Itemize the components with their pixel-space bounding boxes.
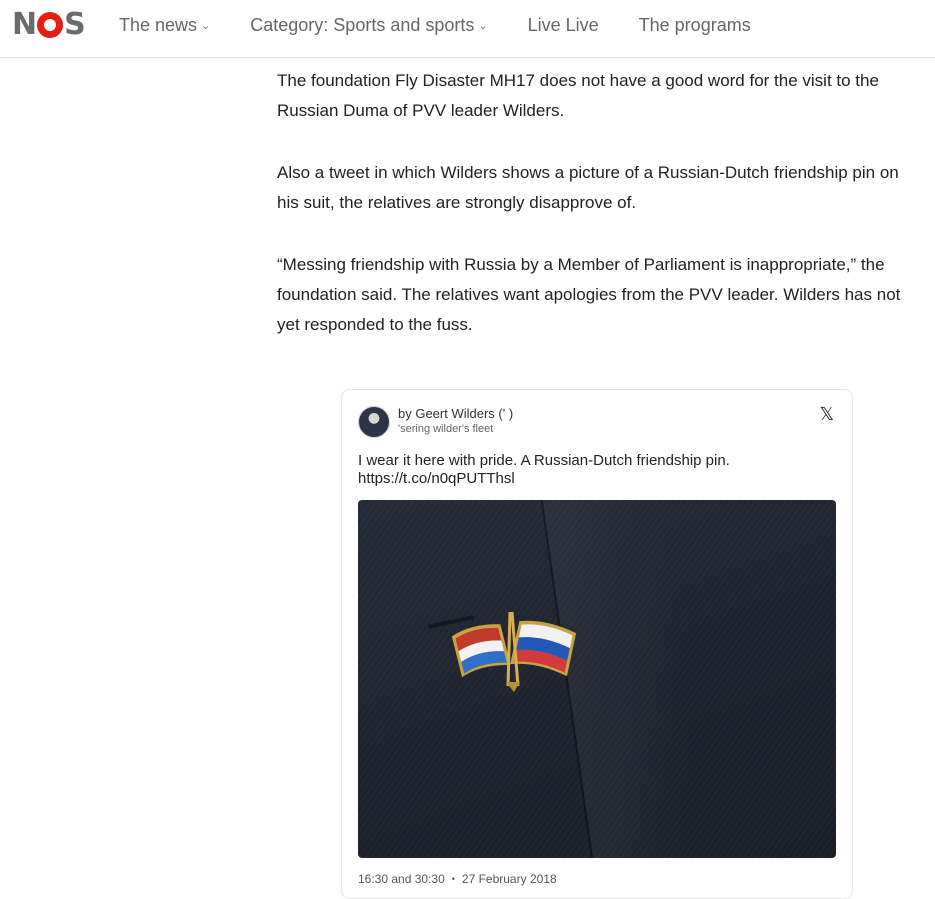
nav-item-live[interactable]: Live Live <box>528 15 599 36</box>
tweet-photo[interactable] <box>358 500 836 858</box>
article-paragraph: “Messing friendship with Russia by a Mem… <box>277 255 901 334</box>
tweet-link[interactable]: https://t.co/n0qPUTThsl <box>358 470 838 488</box>
chevron-down-icon: ⌄ <box>478 19 488 32</box>
logo-letter-n: N <box>12 7 37 42</box>
nav-item-news[interactable]: The news ⌄ <box>119 15 210 36</box>
chevron-down-icon: ⌄ <box>201 19 211 32</box>
embedded-tweet[interactable]: by Geert Wilders (' ) 'sering wilder's f… <box>341 389 853 899</box>
nav-item-category[interactable]: Category: Sports and sports ⌄ <box>250 15 487 36</box>
article-body: The foundation Fly Disaster MH17 does no… <box>277 66 922 372</box>
article-paragraph: The foundation Fly Disaster MH17 does no… <box>277 71 879 120</box>
nos-logo[interactable]: N S <box>12 7 86 42</box>
nav-item-label: Category: Sports and sports <box>250 14 475 35</box>
nav-item-label: The news <box>119 14 198 35</box>
tweet-date[interactable]: 27 February 2018 <box>462 872 557 886</box>
friendship-pin-image <box>451 611 577 692</box>
tweet-header: by Geert Wilders (' ) 'sering wilder's f… <box>358 406 513 438</box>
x-logo-icon[interactable]: 𝕏 <box>819 404 834 425</box>
tweet-text-line: I wear it here with pride. A Russian-Dut… <box>358 452 730 469</box>
top-navigation-bar: N S The news ⌄ Category: Sports and spor… <box>0 0 935 58</box>
nav-item-label: The programs <box>638 14 751 35</box>
tweet-author-block: by Geert Wilders (' ) 'sering wilder's f… <box>398 406 513 438</box>
tweet-text: I wear it here with pride. A Russian-Dut… <box>358 452 838 488</box>
tweet-time[interactable]: 16:30 and 30:30 <box>358 872 445 886</box>
main-nav: The news ⌄ Category: Sports and sports ⌄… <box>119 0 791 50</box>
logo-letter-s: S <box>64 7 86 42</box>
meta-separator: • <box>451 874 455 884</box>
article-paragraph: Also a tweet in which Wilders shows a pi… <box>277 163 899 212</box>
tweet-author-name[interactable]: by Geert Wilders (' ) <box>398 406 513 422</box>
nav-item-programs[interactable]: The programs <box>639 15 751 36</box>
avatar[interactable] <box>358 406 390 438</box>
logo-letter-o <box>37 12 64 38</box>
tweet-meta: 16:30 and 30:30 • 27 February 2018 <box>358 872 557 886</box>
tweet-author-handle[interactable]: 'sering wilder's fleet <box>398 422 513 436</box>
nav-item-label: Live Live <box>527 14 599 35</box>
